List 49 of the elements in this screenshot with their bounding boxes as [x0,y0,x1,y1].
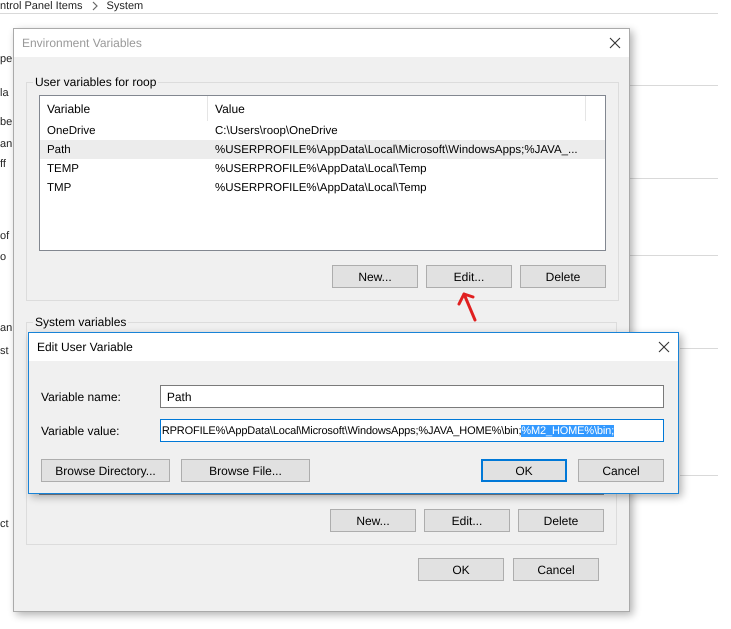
background-text: be [0,116,12,128]
group-label: System variables [34,315,128,329]
dialog-button[interactable]: OK [481,459,567,482]
action-button[interactable]: Edit... [424,509,510,532]
action-button[interactable]: Edit... [426,265,512,288]
background-text: la [0,87,9,99]
background-text: ff [0,158,6,170]
background-text: an [0,322,12,334]
chevron-icon [90,1,99,11]
variable-value: %USERPROFILE%\AppData\Local\Microsoft\WindowsApps;%JAVA_... [214,144,579,156]
input-field[interactable]: RPROFILE%\AppData\Local\Microsoft\WindowsApps;%JAVA_HOME%\bin;%M2_HOME%\bin; [160,419,664,442]
background-text: pe [0,53,12,65]
field-label: Variable value: [41,424,120,438]
variable-value: %USERPROFILE%\AppData\Local\Temp [214,162,428,174]
breadcrumb-item[interactable]: ntrol Panel Items [0,0,83,12]
variable-row[interactable]: OneDrive C:\Users\roop\OneDrive [40,121,605,140]
variable-name: TMP [46,182,72,194]
background-text: ct [0,518,9,530]
background-text: st [0,345,9,357]
action-button[interactable]: New... [330,509,416,532]
dialog-button[interactable]: Browse File... [181,459,310,482]
dialog-button[interactable]: Cancel [513,558,599,581]
action-button[interactable]: Delete [518,509,604,532]
variable-row[interactable]: Path %USERPROFILE%\AppData\Local\Microsoft\WindowsApps;%JAVA_... [40,140,605,159]
background-text: of [0,230,10,242]
variable-name: OneDrive [46,124,97,136]
dialog-title: Edit User Variable [37,340,133,354]
variable-row[interactable]: TMP %USERPROFILE%\AppData\Local\Temp [40,178,605,197]
group-label: User variables for roop [34,75,158,89]
field-label: Variable name: [41,390,122,404]
breadcrumb-item[interactable]: System [106,0,144,12]
variable-name: TEMP [46,162,80,174]
dialog-button[interactable]: Cancel [578,459,664,482]
close-icon[interactable] [658,341,670,353]
dialog-button[interactable]: OK [418,558,504,581]
dialog-button[interactable]: Browse Directory... [41,459,170,482]
variable-name: Path [46,144,72,156]
action-button[interactable]: Delete [520,265,606,288]
background-text: an [0,138,12,150]
background-text: o [0,251,6,263]
close-icon[interactable] [609,37,621,49]
variable-value: C:\Users\roop\OneDrive [214,124,339,136]
action-button[interactable]: New... [332,265,418,288]
input-field[interactable]: Path [160,385,664,408]
variable-row[interactable]: TEMP %USERPROFILE%\AppData\Local\Temp [40,159,605,178]
variable-value: %USERPROFILE%\AppData\Local\Temp [214,182,428,194]
column-header[interactable]: Value [208,96,586,121]
column-header[interactable]: Variable [40,96,208,121]
window-title: Environment Variables [22,36,142,50]
